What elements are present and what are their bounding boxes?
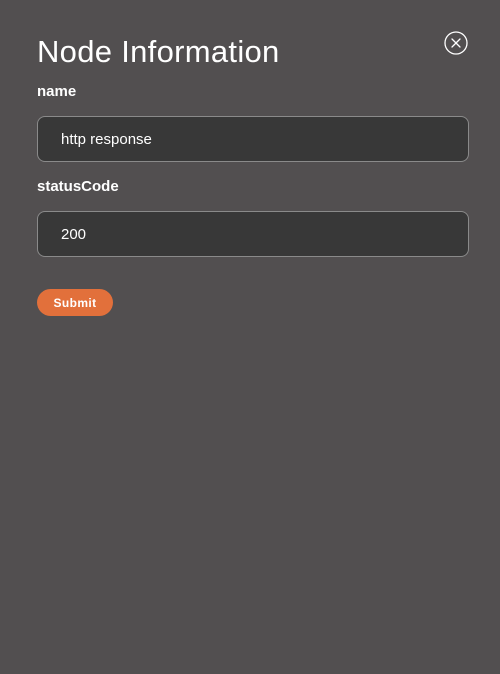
node-information-panel: Node Information name statusCode Submit	[0, 0, 500, 674]
status-code-label: statusCode	[37, 178, 119, 195]
panel-title: Node Information	[37, 34, 280, 69]
submit-button[interactable]: Submit	[37, 289, 113, 316]
close-button[interactable]	[444, 31, 468, 55]
status-code-input[interactable]	[37, 211, 469, 257]
close-circle-icon	[444, 31, 468, 55]
name-label: name	[37, 83, 77, 100]
name-input[interactable]	[37, 116, 469, 162]
